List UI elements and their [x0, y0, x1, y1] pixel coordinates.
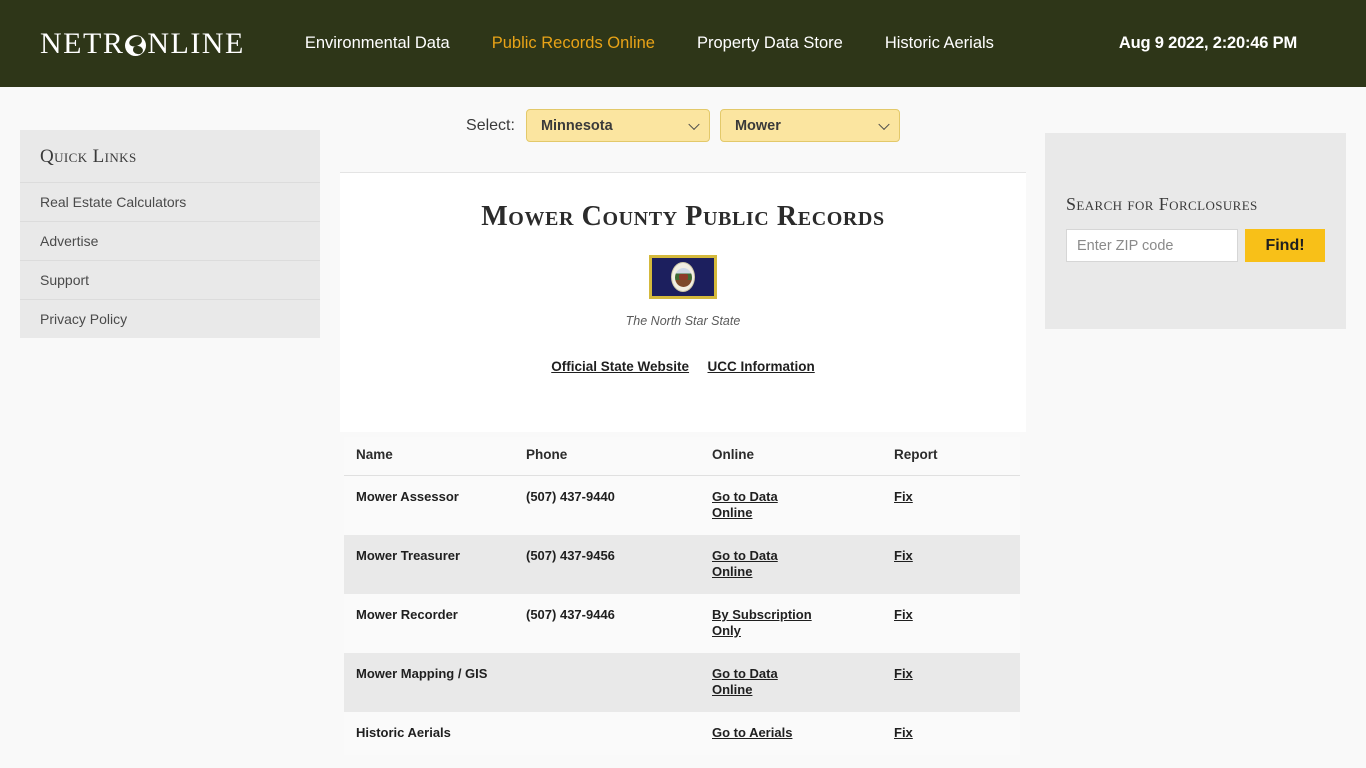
county-select[interactable]: Mower [719, 109, 900, 142]
table-row: Mower Recorder (507) 437-9446 By Subscri… [344, 594, 1020, 653]
header-clock: Aug 9 2022, 2:20:46 PM [1118, 34, 1297, 52]
county-record-card: Mower County Public Records The North St… [340, 172, 1026, 432]
cell-name: Mower Recorder [356, 607, 458, 622]
table-row: Mower Treasurer (507) 437-9456 Go to Dat… [344, 535, 1020, 594]
online-link[interactable]: Go to Data Online [712, 548, 812, 580]
cell-online: Go to Data Online [712, 666, 894, 698]
globe-icon [125, 35, 147, 56]
column-header-name: Name [356, 447, 393, 462]
county-select-value: Mower [734, 117, 781, 134]
sidebar-item-privacy-policy[interactable]: Privacy Policy [20, 299, 320, 338]
column-header-online: Online [712, 447, 755, 462]
zip-search-row: Find! [1066, 229, 1346, 262]
cell-online: Go to Data Online [712, 548, 894, 580]
column-header-report: Report [894, 447, 938, 462]
cell-report: Fix [894, 666, 1010, 682]
foreclosure-search-panel: Search for Forclosures Find! [1045, 133, 1346, 329]
table-row: Mower Mapping / GIS Go to Data Online Fi… [344, 653, 1020, 712]
cell-name: Mower Mapping / GIS [356, 666, 488, 681]
quick-links-title: Quick Links [40, 146, 137, 167]
cell-online: Go to Data Online [712, 489, 894, 521]
table-header-row: Name Phone Online Report [344, 437, 1020, 476]
foreclosure-search-title: Search for Forclosures [1066, 194, 1258, 214]
nav-item-environmental-data[interactable]: Environmental Data [305, 34, 450, 53]
cell-report: Fix [894, 607, 1010, 623]
cell-report: Fix [894, 725, 1010, 741]
nav-item-public-records-online[interactable]: Public Records Online [492, 34, 655, 53]
cell-name: Historic Aerials [356, 725, 451, 740]
online-link[interactable]: By Subscription Only [712, 607, 812, 639]
quick-links-panel: Quick Links Real Estate Calculators Adve… [20, 130, 320, 338]
cell-phone: (507) 437-9446 [526, 607, 615, 622]
nav-item-historic-aerials[interactable]: Historic Aerials [885, 34, 994, 53]
state-links: Official State Website UCC Information [340, 358, 1026, 376]
sidebar-item-advertise[interactable]: Advertise [20, 221, 320, 260]
official-state-website-link[interactable]: Official State Website [551, 359, 689, 374]
report-fix-link[interactable]: Fix [894, 725, 913, 740]
main-navigation: Environmental Data Public Records Online… [305, 34, 994, 53]
cell-phone: (507) 437-9440 [526, 489, 615, 504]
ucc-information-link[interactable]: UCC Information [708, 359, 815, 374]
cell-report: Fix [894, 489, 1010, 505]
report-fix-link[interactable]: Fix [894, 489, 913, 504]
cell-name: Mower Treasurer [356, 548, 461, 563]
chevron-down-icon [878, 118, 890, 130]
sidebar-item-support[interactable]: Support [20, 260, 320, 299]
cell-online: By Subscription Only [712, 607, 894, 639]
report-fix-link[interactable]: Fix [894, 607, 913, 622]
cell-online: Go to Aerials [712, 725, 894, 741]
table-row: Historic Aerials Go to Aerials Fix [344, 712, 1020, 755]
state-flag-wrap [340, 255, 1026, 304]
online-link[interactable]: Go to Data Online [712, 666, 812, 698]
state-seal-icon [671, 262, 695, 292]
table-row: Mower Assessor (507) 437-9440 Go to Data… [344, 476, 1020, 535]
cell-phone: (507) 437-9456 [526, 548, 615, 563]
logo-text-after: NLINE [147, 26, 245, 60]
state-nickname: The North Star State [625, 314, 741, 328]
page-title: Mower County Public Records [481, 201, 885, 232]
chevron-down-icon [688, 118, 700, 130]
sidebar-item-real-estate-calculators[interactable]: Real Estate Calculators [20, 182, 320, 221]
zip-code-input[interactable] [1066, 229, 1238, 262]
state-select-value: Minnesota [540, 117, 613, 134]
online-link[interactable]: Go to Data Online [712, 489, 812, 521]
cell-name: Mower Assessor [356, 489, 459, 504]
state-select[interactable]: Minnesota [525, 109, 710, 142]
find-button[interactable]: Find! [1245, 229, 1325, 262]
select-label: Select: [466, 116, 515, 134]
cell-report: Fix [894, 548, 1010, 564]
site-logo[interactable]: NETR NLINE [40, 27, 245, 61]
records-table: Name Phone Online Report Mower Assessor … [344, 437, 1020, 755]
site-header: NETR NLINE Environmental Data Public Reco… [0, 0, 1366, 87]
location-selector-row: Select: Minnesota Mower [340, 109, 1026, 142]
nav-item-property-data-store[interactable]: Property Data Store [697, 34, 843, 53]
column-header-phone: Phone [526, 447, 568, 462]
report-fix-link[interactable]: Fix [894, 666, 913, 681]
logo-text-before: NETR [40, 26, 125, 60]
report-fix-link[interactable]: Fix [894, 548, 913, 563]
online-link[interactable]: Go to Aerials [712, 725, 792, 741]
minnesota-state-flag-icon [649, 255, 717, 299]
